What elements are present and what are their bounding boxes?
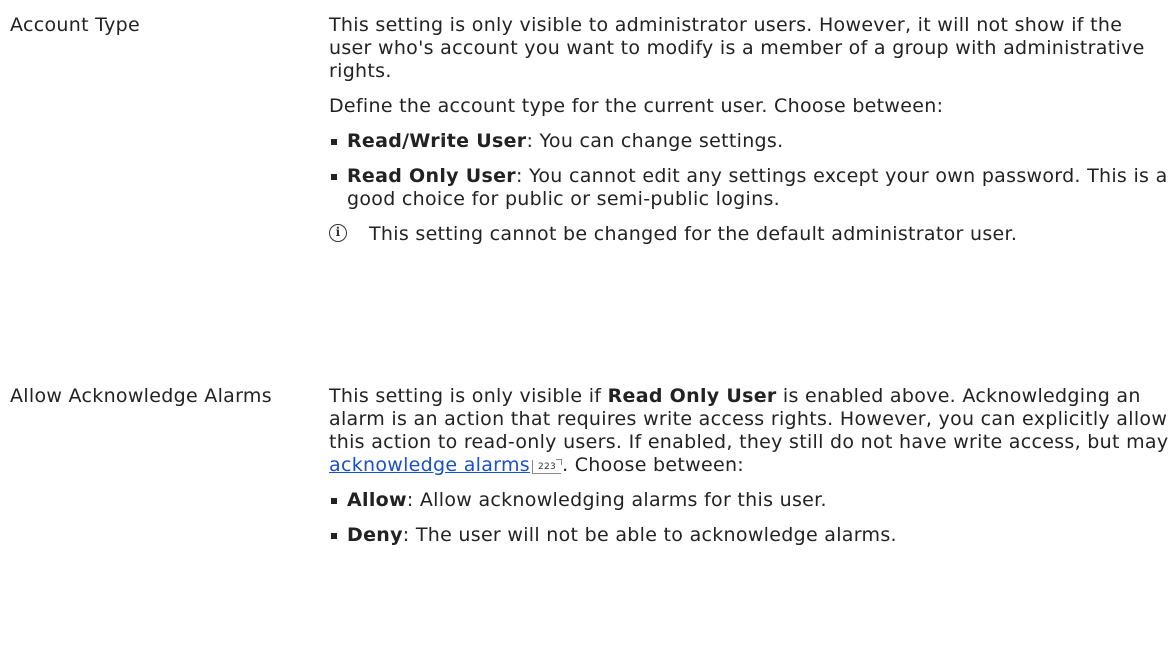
allow-ack-description: This setting is only visible if Read Onl… — [329, 385, 1169, 477]
option-desc: : Allow acknowledging alarms for this us… — [406, 489, 827, 511]
account-type-choose: Define the account type for the current … — [329, 95, 944, 117]
account-type-options: Read/Write User: You can change settings… — [329, 130, 1169, 211]
account-type-note: i This setting cannot be changed for the… — [329, 223, 1169, 246]
setting-label-allow-acknowledge-alarms: Allow Acknowledge Alarms — [10, 385, 272, 407]
setting-label-account-type: Account Type — [10, 14, 140, 36]
option-term: Deny — [347, 524, 403, 546]
account-type-option-read-only: Read Only User: You cannot edit any sett… — [329, 165, 1169, 211]
allow-ack-option-allow: Allow: Allow acknowledging alarms for th… — [329, 489, 1169, 512]
page-reference-badge[interactable]: 223 — [531, 459, 563, 474]
option-desc: : The user will not be able to acknowled… — [402, 524, 897, 546]
acknowledge-alarms-link[interactable]: acknowledge alarms — [329, 454, 530, 476]
option-term: Read/Write User — [347, 130, 527, 152]
option-term: Read Only User — [347, 165, 516, 187]
allow-ack-text-bold: Read Only User — [607, 385, 777, 407]
account-type-intro: This setting is only visible to administ… — [329, 14, 1145, 82]
account-type-option-read-write: Read/Write User: You can change settings… — [329, 130, 1169, 153]
info-icon: i — [329, 224, 347, 242]
allow-ack-text-3: . Choose between: — [562, 454, 744, 476]
allow-ack-options: Allow: Allow acknowledging alarms for th… — [329, 489, 1169, 547]
option-desc: : You can change settings. — [526, 130, 784, 152]
account-type-note-text: This setting cannot be changed for the d… — [369, 223, 1018, 245]
setting-description-allow-acknowledge-alarms: This setting is only visible if Read Onl… — [329, 385, 1169, 559]
option-term: Allow — [347, 489, 407, 511]
setting-description-account-type: This setting is only visible to administ… — [329, 14, 1169, 246]
allow-ack-text-1: This setting is only visible if — [329, 385, 608, 407]
allow-ack-option-deny: Deny: The user will not be able to ackno… — [329, 524, 1169, 547]
